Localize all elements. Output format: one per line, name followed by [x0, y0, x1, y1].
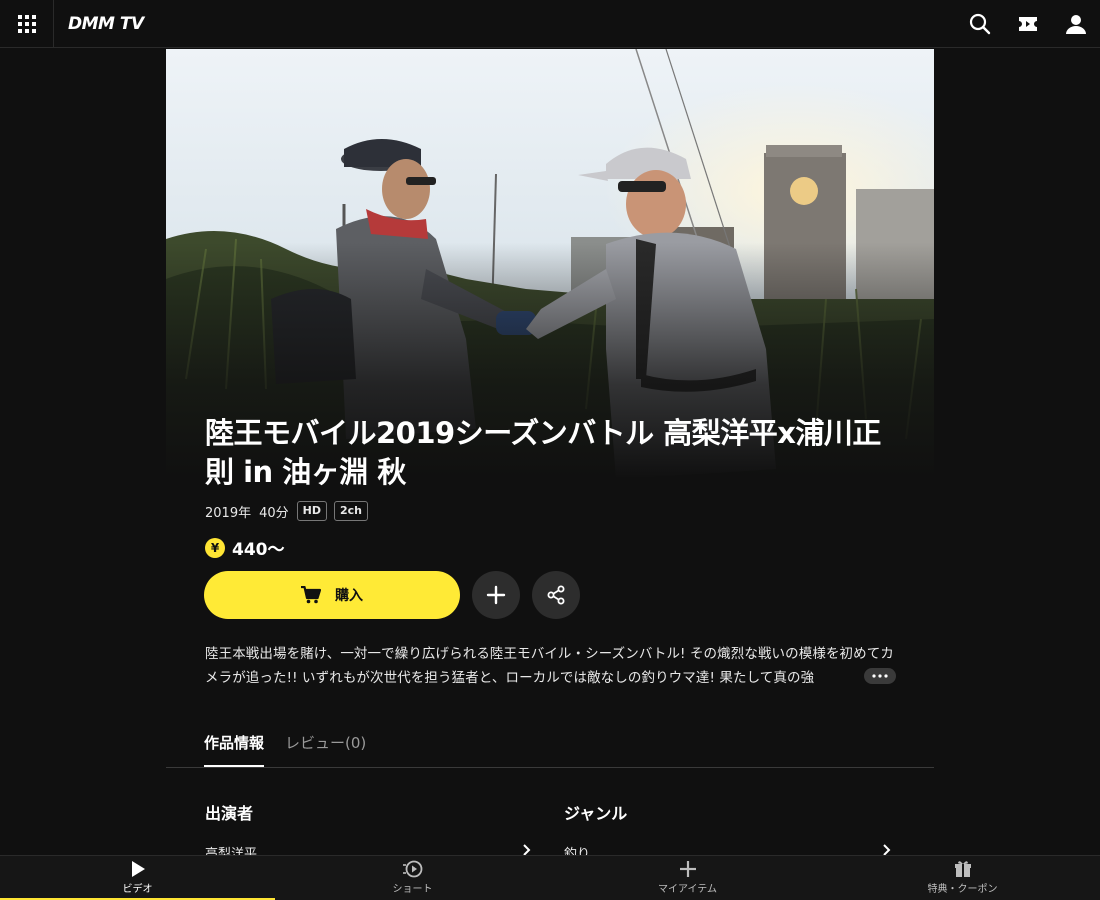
- tab-work-info[interactable]: 作品情報: [204, 732, 265, 767]
- genre-heading: ジャンル: [564, 804, 628, 823]
- nav-video-label: ビデオ: [122, 884, 153, 895]
- cart-icon: [301, 586, 321, 604]
- nav-short-label: ショート: [392, 884, 433, 895]
- apps-grid-icon: [17, 15, 36, 33]
- apps-grid-button[interactable]: [0, 0, 54, 48]
- description-fade: [820, 666, 864, 690]
- short-video-icon: [402, 860, 422, 878]
- ticket-button[interactable]: [1016, 12, 1040, 36]
- account-button[interactable]: [1064, 12, 1088, 36]
- nav-my-items-label: マイアイテム: [658, 884, 717, 895]
- detail-tabs: 作品情報 レビュー(0): [166, 722, 934, 768]
- ticket-icon: [1019, 17, 1037, 31]
- plus-icon: [679, 861, 696, 877]
- account-icon: [1066, 15, 1086, 34]
- nav-my-items[interactable]: マイアイテム: [550, 856, 825, 900]
- play-icon: [131, 861, 145, 877]
- video-description: 陸王本戦出場を賭け、一対一で繰り広げられる陸王モバイル・シーズンバトル! その熾…: [205, 646, 894, 686]
- purchase-button[interactable]: 購入: [204, 571, 460, 619]
- search-icon: [969, 13, 991, 35]
- audio-channel-badge: 2ch: [333, 501, 368, 521]
- nav-short[interactable]: ショート: [275, 856, 550, 900]
- video-meta: 2019年 40分 HD 2ch: [205, 501, 375, 521]
- nav-perks-coupons-label: 特典・クーポン: [927, 884, 998, 895]
- purchase-label: 購入: [335, 587, 363, 603]
- more-dots-icon: [872, 674, 888, 678]
- plus-icon: [486, 585, 506, 605]
- release-year: 2019年: [205, 505, 252, 521]
- search-button[interactable]: [968, 12, 992, 36]
- add-to-list-button[interactable]: [472, 571, 520, 619]
- price: ¥ 440〜: [205, 535, 285, 560]
- cast-heading: 出演者: [205, 804, 254, 823]
- nav-perks-coupons[interactable]: 特典・クーポン: [825, 856, 1100, 900]
- share-button[interactable]: [532, 571, 580, 619]
- expand-description-button[interactable]: [864, 668, 896, 684]
- duration: 40分: [259, 505, 289, 521]
- hd-badge: HD: [296, 501, 327, 521]
- yen-coin-icon: ¥: [205, 537, 225, 558]
- tab-reviews[interactable]: レビュー(0): [285, 732, 366, 753]
- share-icon: [547, 585, 565, 605]
- bottom-navigation: ビデオ ショート マイアイテム 特典・クーポン: [0, 855, 1100, 900]
- video-title: 陸王モバイル2019シーズンバトル 高梨洋平x浦川正則 in 油ヶ淵 秋: [205, 416, 881, 489]
- top-bar: DMM TV: [0, 0, 1100, 48]
- dmm-tv-logo[interactable]: DMM TV: [68, 14, 144, 34]
- nav-video[interactable]: ビデオ: [0, 856, 275, 900]
- gift-icon: [954, 861, 971, 877]
- price-value: 440〜: [232, 540, 285, 560]
